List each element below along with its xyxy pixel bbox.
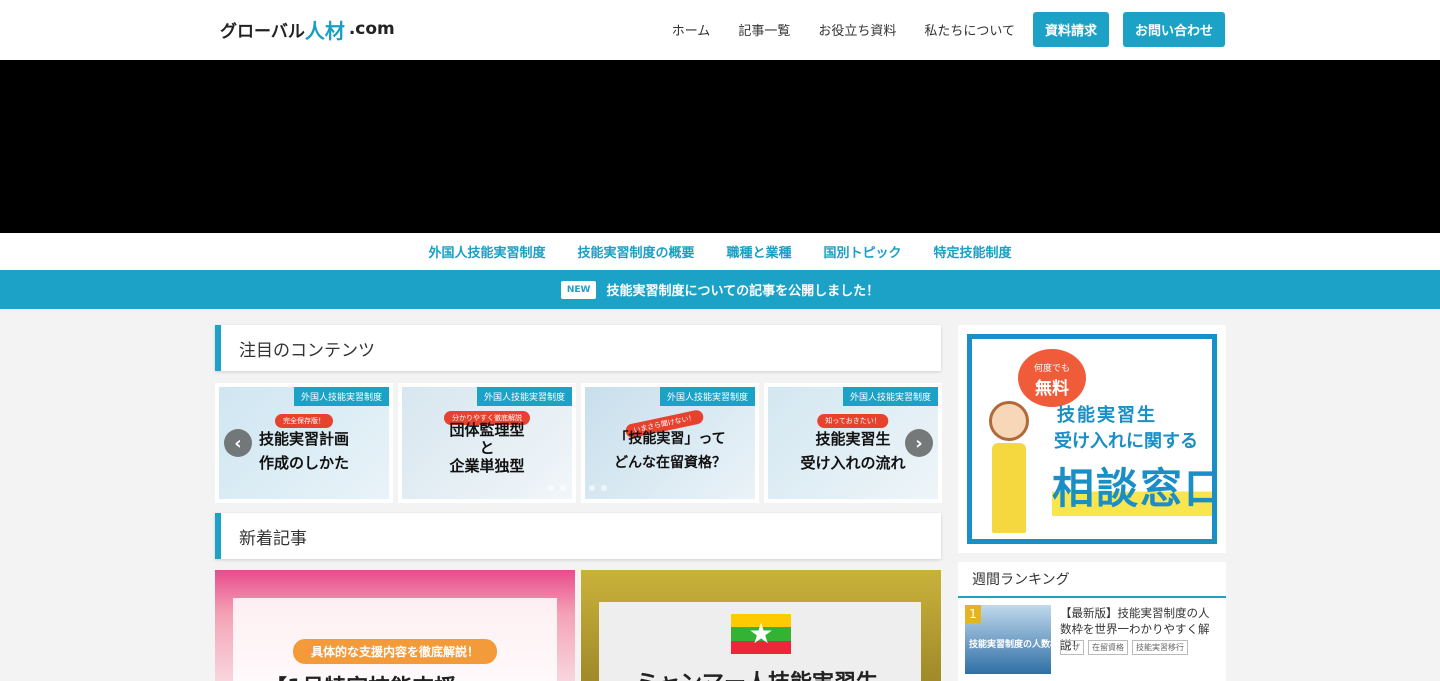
logo-kanji: 人材 (304, 18, 345, 43)
tag[interactable]: 技能実習移行 (1132, 640, 1188, 655)
card-category: 外国人技能実習制度 (842, 387, 938, 406)
ranking-heading: 週間ランキング (958, 562, 1226, 598)
site-logo[interactable]: グローバル 人材 .com (220, 15, 395, 43)
card-title: 「技能実習」って どんな在留資格？ (614, 431, 726, 471)
notice-bar[interactable]: NEW 技能実習制度についての記事を公開しました！ (0, 270, 1440, 309)
logo-suffix: .com (348, 19, 395, 39)
hero-banner (0, 60, 1440, 233)
featured-carousel: 外国人技能実習制度 完全保存版！ 技能実習計画 作成のしかた 外国人技能実習制度… (215, 383, 942, 503)
contact-button[interactable]: お問い合わせ (1122, 12, 1225, 47)
banner-big-text: 相談窓口 (1052, 455, 1212, 516)
person-illustration (984, 401, 1034, 539)
featured-card[interactable]: 外国人技能実習制度 分かりやすく徹底解説 団体監理型 と 企業単独型 (398, 383, 576, 503)
notice-text[interactable]: 技能実習制度についての記事を公開しました！ (606, 280, 879, 299)
bubble-small: 何度でも (1033, 364, 1070, 374)
card-thumbnail: 外国人技能実習制度 いまさら聞けない！ 「技能実習」って どんな在留資格？ (585, 387, 755, 499)
card-thumbnail: 外国人技能実習制度 分かりやすく徹底解説 団体監理型 と 企業単独型 (402, 387, 572, 499)
featured-heading: 注目のコンテンツ (215, 325, 941, 371)
nav-articles[interactable]: 記事一覧 (738, 20, 790, 39)
banner-line-2: 受け入れに関する (1054, 431, 1198, 452)
category-link[interactable]: 特定技能制度 (934, 242, 1012, 261)
nav-resources[interactable]: お役立ち資料 (818, 20, 896, 39)
carousel-prev-arrow-icon[interactable]: ‹ (224, 429, 252, 457)
card-title: 団体監理型 と 企業単独型 (449, 421, 525, 475)
carousel-next-arrow-icon[interactable]: › (905, 429, 933, 457)
thumb-text: 技能実習制度の人数枠 (969, 640, 1060, 650)
carousel-dots[interactable] (548, 485, 572, 491)
ranking-tags: ビザ 在留資格 技能実習移行 (1060, 640, 1192, 655)
card-pill: 知っておきたい！ (817, 414, 889, 428)
article-card[interactable]: 具体的な支援内容を徹底解説！ 【1号特定技能支援 (215, 570, 575, 681)
card-pill: 完全保存版！ (275, 414, 333, 428)
site-header: グローバル 人材 .com ホーム 記事一覧 お役立ち資料 私たちについて 資料… (0, 0, 1440, 60)
myanmar-flag-icon: ★ (731, 614, 791, 654)
banner-line-1: 技能実習生 (1057, 405, 1157, 426)
article-subtitle: 具体的な支援内容を徹底解説！ (293, 639, 498, 664)
ranking-item[interactable]: 1 技能実習制度の人数枠 【最新版】技能実習制度の人数枠を世界一わかりやすく解説… (965, 605, 1219, 675)
article-title: 【1号特定技能支援 (265, 670, 456, 681)
nav-about[interactable]: 私たちについて (924, 20, 1015, 39)
logo-text: グローバル (220, 21, 305, 42)
banner-inner: 何度でも 無料 技能実習生 受け入れに関する 相談窓口 (967, 334, 1217, 544)
new-articles-heading: 新着記事 (215, 513, 941, 559)
new-articles-grid: 具体的な支援内容を徹底解説！ 【1号特定技能支援 ★ ミャンマー人技能実習生 (215, 570, 941, 681)
featured-card[interactable]: 外国人技能実習制度 いまさら聞けない！ 「技能実習」って どんな在留資格？ (581, 383, 759, 503)
ranking-thumbnail[interactable]: 1 技能実習制度の人数枠 (965, 605, 1059, 674)
weekly-ranking: 週間ランキング 1 技能実習制度の人数枠 【最新版】技能実習制度の人数枠を世界一… (958, 562, 1226, 681)
card-category: 外国人技能実習制度 (659, 387, 755, 406)
new-badge: NEW (560, 280, 597, 299)
free-bubble: 何度でも 無料 (1018, 349, 1086, 407)
tag[interactable]: 在留資格 (1088, 640, 1128, 655)
main-nav: ホーム 記事一覧 お役立ち資料 私たちについて 資料請求 お問い合わせ (644, 12, 1225, 47)
article-card[interactable]: ★ ミャンマー人技能実習生 (581, 570, 941, 681)
category-link[interactable]: 職種と業種 (726, 242, 791, 261)
consultation-banner[interactable]: 何度でも 無料 技能実習生 受け入れに関する 相談窓口 (958, 325, 1226, 553)
nav-home[interactable]: ホーム (672, 20, 711, 39)
tag[interactable]: ビザ (1060, 640, 1084, 655)
card-category: 外国人技能実習制度 (293, 387, 389, 406)
rank-number: 1 (965, 605, 981, 623)
carousel-dots[interactable] (589, 485, 613, 491)
bubble-big: 無料 (1035, 379, 1069, 399)
category-link[interactable]: 外国人技能実習制度 (428, 242, 545, 261)
category-link[interactable]: 国別トピック (824, 242, 902, 261)
category-link[interactable]: 技能実習制度の概要 (577, 242, 694, 261)
request-materials-button[interactable]: 資料請求 (1032, 12, 1109, 47)
card-category: 外国人技能実習制度 (476, 387, 572, 406)
category-bar: 外国人技能実習制度 技能実習制度の概要 職種と業種 国別トピック 特定技能制度 (0, 233, 1440, 270)
article-title: ミャンマー人技能実習生 (636, 665, 878, 681)
